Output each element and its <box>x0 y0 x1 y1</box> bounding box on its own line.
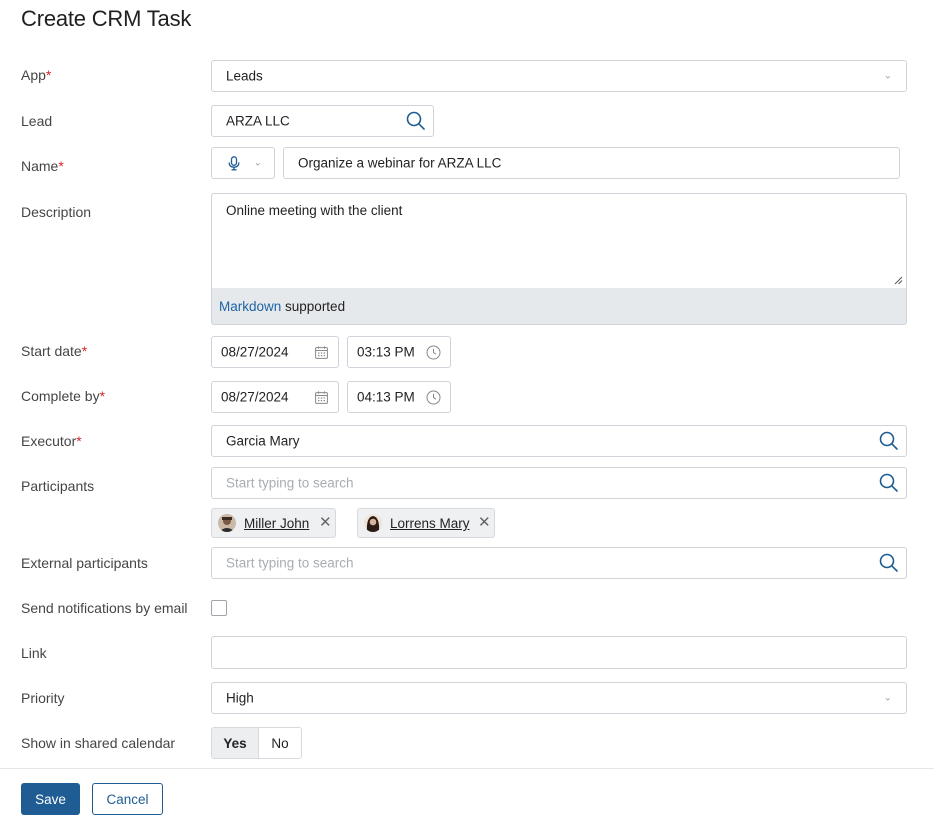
participant-chip: Lorrens Mary ✕ <box>357 508 495 538</box>
name-label: Name* <box>21 158 64 174</box>
participants-label: Participants <box>21 478 95 494</box>
toggle-no[interactable]: No <box>259 728 301 758</box>
shared-calendar-label: Show in shared calendar <box>21 735 176 751</box>
chevron-down-icon: ⌄ <box>253 157 262 169</box>
send-notifications-checkbox[interactable] <box>211 600 227 616</box>
app-label: App* <box>21 67 52 83</box>
name-input[interactable]: Organize a webinar for ARZA LLC <box>283 147 900 179</box>
priority-select[interactable]: High ⌄ <box>211 682 907 714</box>
executor-input[interactable]: Garcia Mary <box>211 425 907 457</box>
remove-icon[interactable]: ✕ <box>319 513 332 531</box>
page-title: Create CRM Task <box>21 6 192 31</box>
search-icon[interactable] <box>878 552 900 574</box>
search-icon[interactable] <box>405 110 427 132</box>
chevron-down-icon: ⌄ <box>883 70 892 82</box>
executor-label: Executor* <box>21 433 82 449</box>
send-notifications-label: Send notifications by email <box>21 600 188 616</box>
start-time-input[interactable]: 03:13 PM <box>347 336 451 368</box>
start-date-label: Start date* <box>21 343 88 359</box>
complete-time-input[interactable]: 04:13 PM <box>347 381 451 413</box>
resize-handle-icon[interactable] <box>894 276 903 285</box>
search-icon[interactable] <box>878 472 900 494</box>
participant-chip: Miller John ✕ <box>211 508 336 538</box>
chevron-down-icon: ⌄ <box>883 692 892 704</box>
voice-input-button[interactable]: ⌄ <box>211 147 275 179</box>
complete-date-input[interactable]: 08/27/2024 <box>211 381 339 413</box>
clock-icon[interactable] <box>426 345 441 360</box>
markdown-hint: Markdown supported <box>211 288 907 325</box>
link-label: Link <box>21 645 47 661</box>
microphone-icon <box>228 156 240 171</box>
priority-label: Priority <box>21 690 65 706</box>
start-date-input[interactable]: 08/27/2024 <box>211 336 339 368</box>
complete-by-label: Complete by* <box>21 388 106 404</box>
description-textarea[interactable]: Online meeting with the client <box>211 193 907 289</box>
footer-divider <box>0 768 934 769</box>
calendar-icon[interactable] <box>315 346 328 359</box>
external-participants-label: External participants <box>21 555 148 571</box>
shared-calendar-toggle: Yes No <box>211 727 302 759</box>
external-participants-input[interactable]: Start typing to search <box>211 547 907 579</box>
save-button[interactable]: Save <box>21 783 80 815</box>
avatar <box>364 514 382 532</box>
link-input[interactable] <box>211 636 907 669</box>
markdown-link[interactable]: Markdown <box>219 299 281 314</box>
lead-label: Lead <box>21 113 53 129</box>
app-select[interactable]: Leads ⌄ <box>211 60 907 92</box>
participant-name[interactable]: Lorrens Mary <box>390 516 470 531</box>
cancel-button[interactable]: Cancel <box>92 783 163 815</box>
lead-input[interactable]: ARZA LLC <box>211 105 434 137</box>
remove-icon[interactable]: ✕ <box>478 513 491 531</box>
toggle-yes[interactable]: Yes <box>212 728 259 758</box>
participants-input[interactable]: Start typing to search <box>211 467 907 499</box>
search-icon[interactable] <box>878 430 900 452</box>
calendar-icon[interactable] <box>315 391 328 404</box>
avatar <box>218 514 236 532</box>
description-label: Description <box>21 204 92 220</box>
participant-name[interactable]: Miller John <box>244 516 309 531</box>
clock-icon[interactable] <box>426 390 441 405</box>
